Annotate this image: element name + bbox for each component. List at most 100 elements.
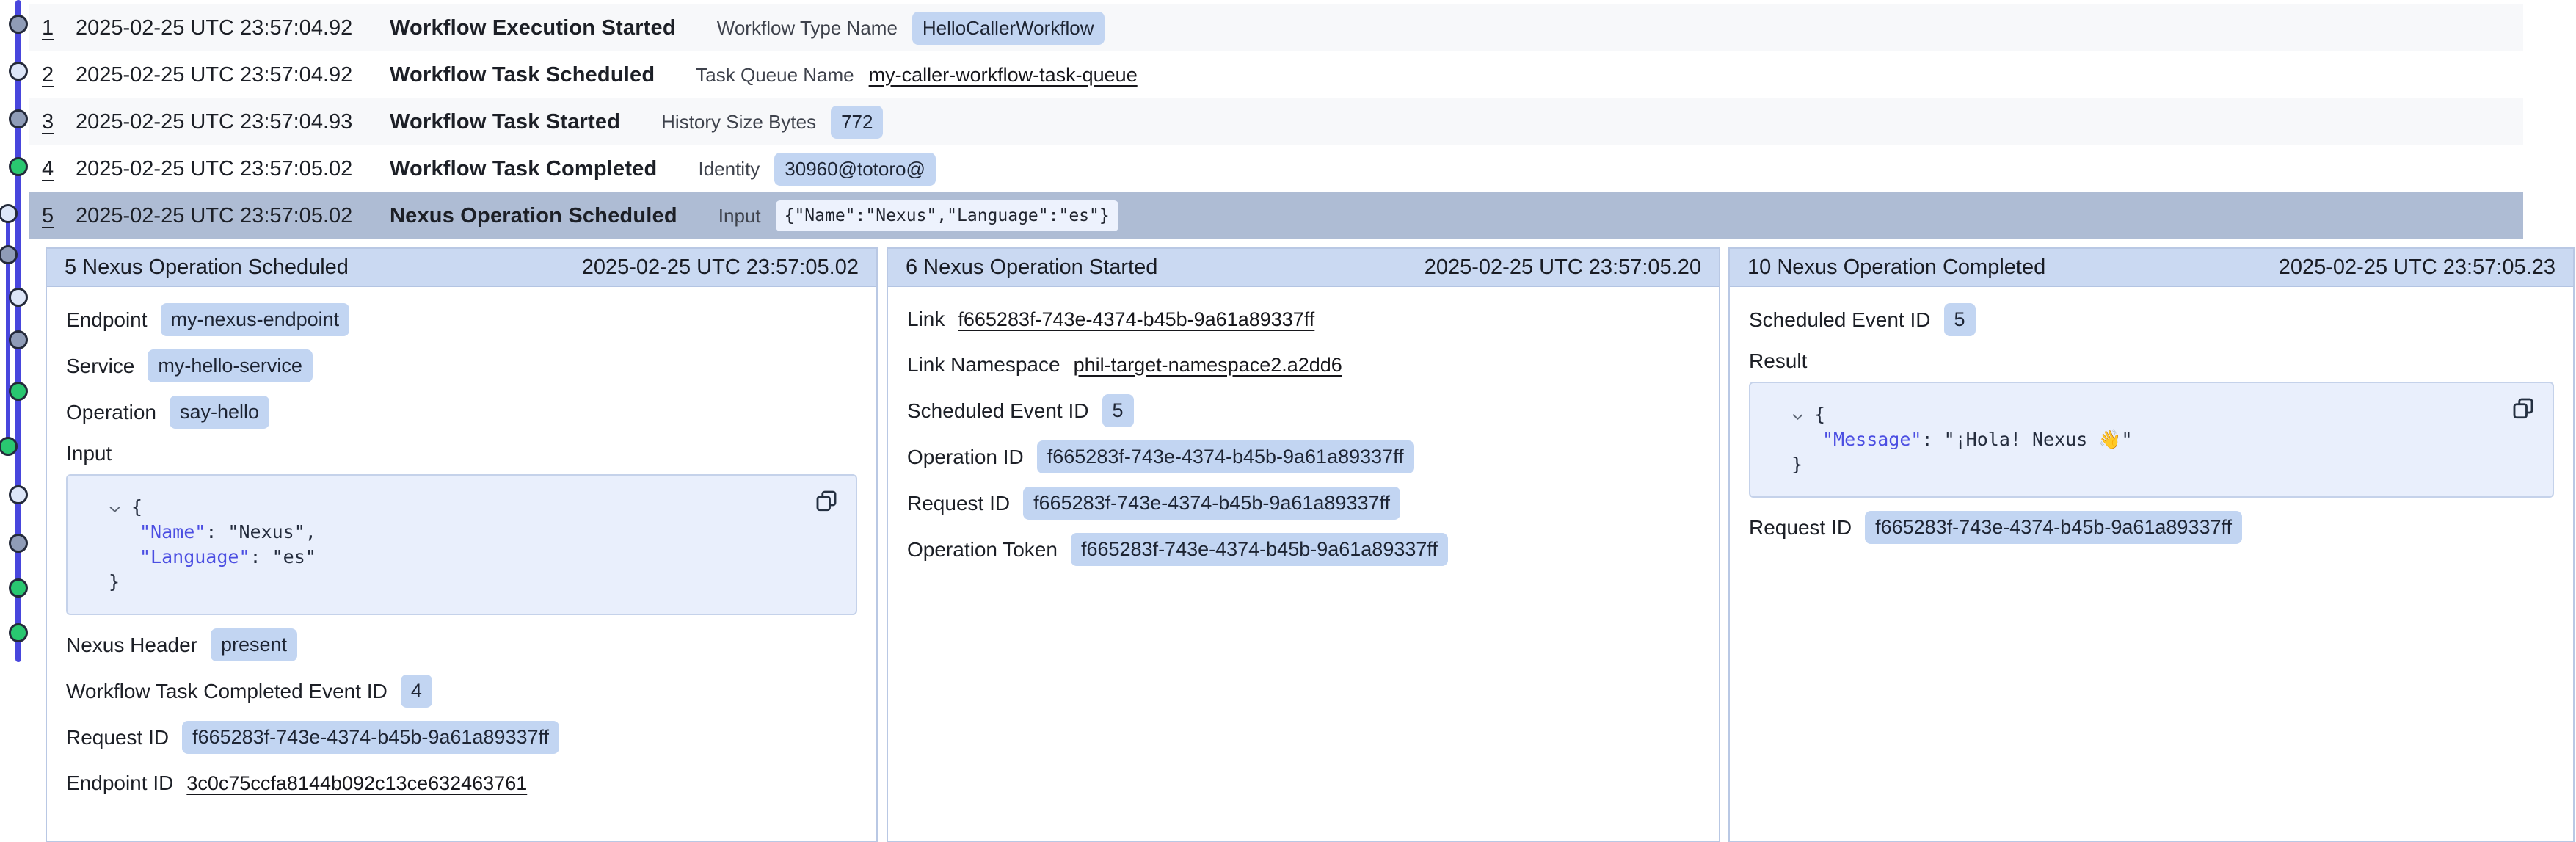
timeline-event-dot <box>9 485 28 504</box>
field-value-badge: say-hello <box>170 396 269 429</box>
detail-field: Request ID f665283f-743e-4374-b45b-9a61a8… <box>1749 511 2554 544</box>
event-id-link[interactable]: 1 <box>42 16 76 40</box>
event-attribute-link[interactable]: my-caller-workflow-task-queue <box>869 64 1138 87</box>
event-attribute-input-badge: {"Name":"Nexus","Language":"es"} <box>776 200 1118 231</box>
field-value-badge: 5 <box>1102 394 1134 427</box>
json-text: : <box>205 521 228 542</box>
code-field: Result {"Message": "¡Hola! Nexus 👋"} <box>1749 349 2554 498</box>
event-timestamp: 2025-02-25 UTC 23:57:05.02 <box>76 204 390 228</box>
detail-field: Request ID f665283f-743e-4374-b45b-9a61a8… <box>907 487 1700 520</box>
field-label: Result <box>1749 349 2541 373</box>
panel-body: Linkf665283f-743e-4374-b45b-9a61a89337ff… <box>888 287 1719 566</box>
chevron-down-icon[interactable] <box>109 495 121 520</box>
panel-body: Scheduled Event ID5 Result {"Message": "¡H… <box>1730 287 2573 544</box>
event-attribute-badge: HelloCallerWorkflow <box>912 12 1105 45</box>
json-code-line: "Language": "es" <box>90 545 834 570</box>
field-value-badge: my-nexus-endpoint <box>161 303 350 336</box>
event-row[interactable]: 22025-02-25 UTC 23:57:04.92Workflow Task… <box>29 51 2523 98</box>
field-label: Link Namespace <box>907 353 1060 377</box>
event-attribute-label: Identity <box>698 158 760 181</box>
panel-title: 6 Nexus Operation Started <box>906 255 1157 280</box>
timeline-event-dot <box>9 382 28 401</box>
field-value-link[interactable]: phil-target-namespace2.a2dd6 <box>1074 354 1342 377</box>
json-text: 👋 <box>2098 429 2121 450</box>
event-attribute-label: Input <box>718 205 761 228</box>
event-timestamp: 2025-02-25 UTC 23:57:04.92 <box>76 63 390 87</box>
panel-header: 10 Nexus Operation Completed2025-02-25 U… <box>1730 249 2573 287</box>
detail-field: Scheduled Event ID 5 <box>907 394 1700 427</box>
event-row[interactable]: 32025-02-25 UTC 23:57:04.93Workflow Task… <box>29 98 2523 145</box>
detail-field: Workflow Task Completed Event ID 4 <box>66 675 857 708</box>
panel-title: 5 Nexus Operation Scheduled <box>65 255 349 280</box>
field-value-badge: 4 <box>401 675 432 708</box>
event-name: Workflow Execution Started <box>390 16 676 40</box>
timeline-event-dot <box>9 109 28 128</box>
field-value-badge: f665283f-743e-4374-b45b-9a61a89337ff <box>1037 440 1414 473</box>
event-name: Workflow Task Started <box>390 110 620 134</box>
json-text: } <box>109 571 120 592</box>
panel-timestamp: 2025-02-25 UTC 23:57:05.02 <box>582 255 859 280</box>
json-code-line: { <box>1772 402 2530 427</box>
chevron-down-icon[interactable] <box>1791 402 1804 427</box>
field-label: Operation ID <box>907 446 1024 469</box>
timeline-event-dot <box>9 534 28 553</box>
detail-field: Operation say-hello <box>66 396 857 429</box>
field-value-badge: present <box>211 628 297 661</box>
field-label: Request ID <box>907 492 1010 515</box>
code-field: Input{"Name": "Nexus","Language": "es"} <box>66 442 857 615</box>
timeline-event-dot <box>9 623 28 642</box>
event-row[interactable]: 42025-02-25 UTC 23:57:05.02Workflow Task… <box>29 145 2523 192</box>
event-id-link[interactable]: 2 <box>42 63 76 87</box>
event-attribute-badge: 30960@totoro@ <box>774 153 936 186</box>
detail-field: Request IDf665283f-743e-4374-b45b-9a61a8… <box>66 721 857 754</box>
timeline-event-dot <box>9 578 28 598</box>
json-code-viewer: {"Name": "Nexus","Language": "es"} <box>66 474 857 615</box>
copy-icon[interactable] <box>813 487 841 515</box>
json-code-line: "Message": "¡Hola! Nexus 👋" <box>1772 427 2530 452</box>
event-name: Workflow Task Scheduled <box>390 63 655 87</box>
event-attribute-label: Workflow Type Name <box>717 17 898 40</box>
field-value-badge: 5 <box>1944 303 1976 336</box>
detail-field: Operation Token f665283f-743e-4374-b45b-9… <box>907 533 1700 566</box>
timeline-event-dot <box>9 288 28 307</box>
detail-field: Link Namespace phil-target-namespace2.a2d… <box>907 349 1700 381</box>
field-value-link[interactable]: 3c0c75ccfa8144b092c13ce632463761 <box>186 772 527 795</box>
panel-header: 5 Nexus Operation Scheduled 2025-02-25 UT… <box>47 249 876 287</box>
field-label: Request ID <box>1749 516 1852 540</box>
field-value-badge: f665283f-743e-4374-b45b-9a61a89337ff <box>1071 533 1448 566</box>
event-id-link[interactable]: 4 <box>42 157 76 181</box>
field-value-link[interactable]: f665283f-743e-4374-b45b-9a61a89337ff <box>958 308 1314 331</box>
event-row[interactable]: 12025-02-25 UTC 23:57:04.92Workflow Exec… <box>29 4 2523 51</box>
detail-field: Operation ID f665283f-743e-4374-b45b-9a61… <box>907 440 1700 473</box>
event-row[interactable]: 52025-02-25 UTC 23:57:05.02Nexus Operati… <box>29 192 2523 239</box>
event-id-link[interactable]: 5 <box>42 204 76 228</box>
event-timestamp: 2025-02-25 UTC 23:57:04.92 <box>76 16 390 40</box>
field-label: Operation <box>66 401 156 424</box>
field-label: Workflow Task Completed Event ID <box>66 680 388 703</box>
field-label: Service <box>66 355 134 378</box>
event-timestamp: 2025-02-25 UTC 23:57:04.93 <box>76 110 390 134</box>
field-label: Operation Token <box>907 538 1058 562</box>
detail-field: Linkf665283f-743e-4374-b45b-9a61a89337ff <box>907 303 1700 335</box>
field-label: Nexus Header <box>66 634 197 657</box>
timeline-event-dot <box>9 157 28 176</box>
field-value-badge: f665283f-743e-4374-b45b-9a61a89337ff <box>1023 487 1400 520</box>
json-code-viewer: {"Message": "¡Hola! Nexus 👋"} <box>1749 382 2554 498</box>
field-value-badge: f665283f-743e-4374-b45b-9a61a89337ff <box>182 721 559 754</box>
field-value-badge: f665283f-743e-4374-b45b-9a61a89337ff <box>1865 511 2242 544</box>
event-name: Nexus Operation Scheduled <box>390 204 677 228</box>
event-attribute-label: History Size Bytes <box>661 111 816 134</box>
detail-field: Scheduled Event ID5 <box>1749 303 2554 336</box>
field-label: Scheduled Event ID <box>907 399 1089 423</box>
panel-timestamp: 2025-02-25 UTC 23:57:05.23 <box>2279 255 2555 280</box>
event-id-link[interactable]: 3 <box>42 110 76 134</box>
json-code-line: { <box>90 495 834 520</box>
event-detail-panel: 6 Nexus Operation Started2025-02-25 UTC … <box>887 247 1720 842</box>
json-key: "Name" <box>139 521 205 542</box>
event-history-list: 12025-02-25 UTC 23:57:04.92Workflow Exec… <box>29 4 2523 239</box>
json-text: { <box>131 496 142 518</box>
field-label: Endpoint <box>66 308 148 332</box>
copy-icon[interactable] <box>2510 395 2538 423</box>
field-label: Input <box>66 442 844 465</box>
panel-body: Endpointmy-nexus-endpointServicemy-hello… <box>47 287 876 799</box>
